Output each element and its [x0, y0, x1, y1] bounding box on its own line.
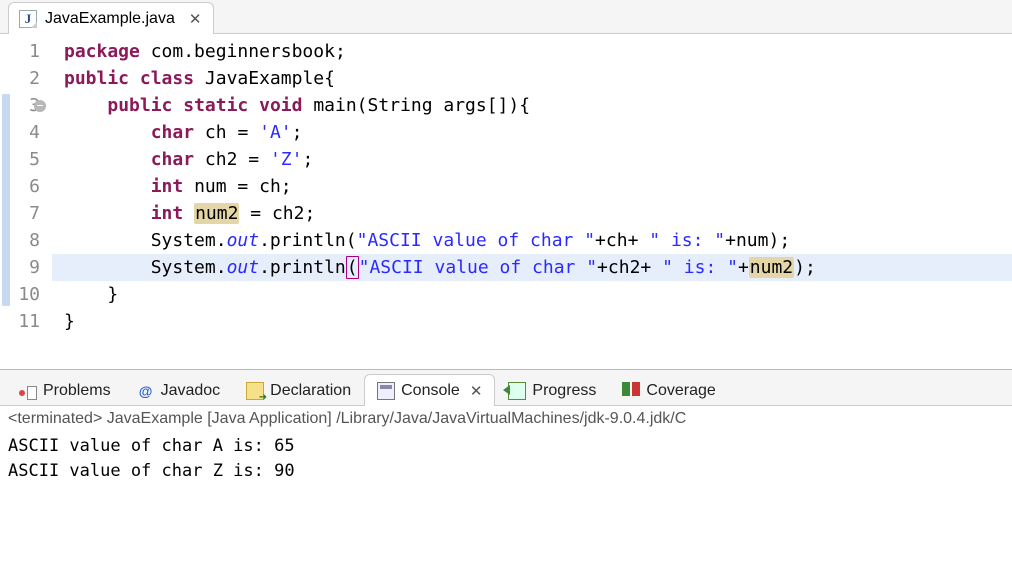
code-line[interactable]: System.out.println("ASCII value of char … [52, 254, 1012, 281]
tab-coverage[interactable]: Coverage [609, 374, 728, 406]
tab-label: Progress [532, 382, 596, 400]
javadoc-icon: @ [137, 382, 155, 400]
close-icon[interactable]: ✕ [470, 382, 483, 400]
code-line[interactable]: char ch2 = 'Z'; [64, 146, 1012, 173]
fold-toggle-icon[interactable]: − [34, 100, 46, 112]
code-line[interactable]: package com.beginnersbook; [64, 38, 1012, 65]
editor-tab-bar: J JavaExample.java ✕ [0, 0, 1012, 34]
code-area[interactable]: package com.beginnersbook;public class J… [52, 38, 1012, 335]
tab-label: Problems [43, 382, 111, 400]
tab-console[interactable]: Console ✕ [364, 374, 495, 406]
line-number: 2 [0, 65, 40, 92]
code-line[interactable]: System.out.println("ASCII value of char … [64, 227, 1012, 254]
console-status: <terminated> JavaExample [Java Applicati… [0, 406, 1012, 430]
java-file-icon: J [19, 10, 37, 28]
code-line[interactable]: char ch = 'A'; [64, 119, 1012, 146]
tab-declaration[interactable]: Declaration [233, 374, 364, 406]
line-number: 1 [0, 38, 40, 65]
line-number: 11 [0, 308, 40, 335]
editor-tab-label: JavaExample.java [45, 10, 175, 28]
change-marker-bar [2, 94, 10, 306]
code-line[interactable]: } [64, 281, 1012, 308]
code-line[interactable]: public static void main(String args[]){ [64, 92, 1012, 119]
code-line[interactable]: } [64, 308, 1012, 335]
console-output[interactable]: ASCII value of char A is: 65ASCII value … [0, 430, 1012, 488]
line-number-gutter: 123−4567891011 [0, 38, 52, 335]
editor-tab-javaexample[interactable]: J JavaExample.java ✕ [8, 2, 214, 34]
coverage-icon [622, 382, 640, 400]
panel-tab-bar: Problems @ Javadoc Declaration Console ✕… [0, 370, 1012, 406]
tab-label: Javadoc [161, 382, 221, 400]
console-line: ASCII value of char A is: 65 [8, 434, 1004, 459]
tab-label: Console [401, 382, 460, 400]
progress-icon [508, 382, 526, 400]
tab-label: Coverage [646, 382, 715, 400]
tab-javadoc[interactable]: @ Javadoc [124, 374, 234, 406]
problems-icon [19, 382, 37, 400]
close-icon[interactable]: ✕ [189, 10, 202, 28]
declaration-icon [246, 382, 264, 400]
code-line[interactable]: int num2 = ch2; [64, 200, 1012, 227]
console-line: ASCII value of char Z is: 90 [8, 459, 1004, 484]
console-icon [377, 382, 395, 400]
code-line[interactable]: int num = ch; [64, 173, 1012, 200]
code-editor[interactable]: 123−4567891011 package com.beginnersbook… [0, 34, 1012, 345]
code-line[interactable]: public class JavaExample{ [64, 65, 1012, 92]
tab-label: Declaration [270, 382, 351, 400]
tab-progress[interactable]: Progress [495, 374, 609, 406]
tab-problems[interactable]: Problems [6, 374, 124, 406]
bottom-panel: Problems @ Javadoc Declaration Console ✕… [0, 369, 1012, 488]
